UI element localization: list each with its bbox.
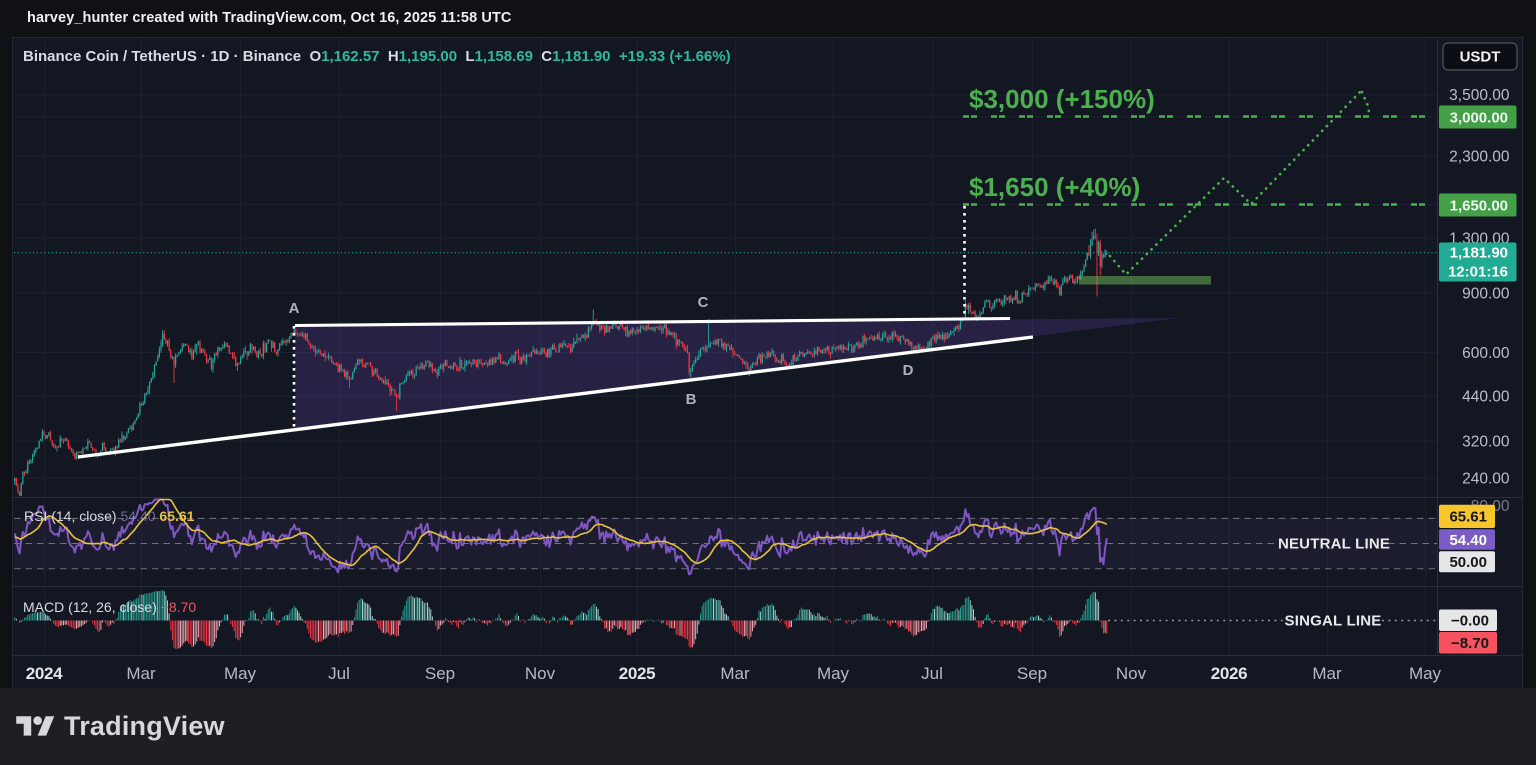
svg-text:2,300.00: 2,300.00 (1449, 149, 1510, 166)
svg-text:3,500.00: 3,500.00 (1449, 87, 1510, 104)
svg-text:3,000.00: 3,000.00 (1450, 109, 1508, 126)
svg-text:USDT: USDT (1460, 49, 1501, 66)
svg-text:Jul: Jul (328, 664, 350, 683)
svg-text:Jul: Jul (921, 664, 943, 683)
svg-text:320.00: 320.00 (1462, 434, 1510, 451)
svg-text:2024: 2024 (26, 664, 63, 683)
svg-text:$1,650 (+40%): $1,650 (+40%) (969, 172, 1140, 202)
svg-text:65.61: 65.61 (1449, 509, 1487, 526)
svg-text:1,650.00: 1,650.00 (1450, 197, 1508, 214)
svg-text:C: C (698, 294, 709, 311)
svg-text:Sep: Sep (425, 664, 455, 683)
svg-text:MACD (12, 26, close) −8.70: MACD (12, 26, close) −8.70 (23, 599, 196, 615)
svg-text:Nov: Nov (525, 664, 556, 683)
svg-text:440.00: 440.00 (1462, 389, 1510, 406)
svg-text:1,181.90: 1,181.90 (1450, 245, 1508, 262)
svg-text:50.00: 50.00 (1449, 554, 1487, 571)
svg-text:12:01:16: 12:01:16 (1448, 264, 1508, 281)
svg-text:Mar: Mar (1312, 664, 1342, 683)
svg-text:B: B (686, 391, 697, 408)
svg-text:Mar: Mar (126, 664, 156, 683)
svg-text:−8.70: −8.70 (1451, 635, 1489, 652)
svg-text:600.00: 600.00 (1462, 345, 1510, 362)
svg-text:May: May (1409, 664, 1442, 683)
svg-text:NEUTRAL LINE: NEUTRAL LINE (1278, 536, 1390, 553)
svg-text:Mar: Mar (720, 664, 750, 683)
svg-text:Nov: Nov (1116, 664, 1147, 683)
svg-text:900.00: 900.00 (1462, 286, 1510, 303)
svg-text:2026: 2026 (1211, 664, 1248, 683)
svg-text:May: May (817, 664, 850, 683)
svg-text:May: May (224, 664, 257, 683)
svg-text:2025: 2025 (619, 664, 656, 683)
svg-text:$3,000 (+150%): $3,000 (+150%) (969, 84, 1155, 114)
svg-text:−0.00: −0.00 (1451, 613, 1489, 630)
svg-text:D: D (903, 362, 914, 379)
svg-text:SINGAL LINE: SINGAL LINE (1285, 613, 1382, 630)
svg-text:54.40: 54.40 (1449, 532, 1487, 549)
svg-text:Sep: Sep (1017, 664, 1047, 683)
svg-text:A: A (289, 300, 300, 317)
svg-text:RSI (14, close) 54.40 65.61: RSI (14, close) 54.40 65.61 (24, 508, 195, 524)
svg-text:Binance Coin / TetherUS · 1D ·: Binance Coin / TetherUS · 1D · Binance O… (23, 48, 731, 65)
svg-text:240.00: 240.00 (1462, 471, 1510, 488)
